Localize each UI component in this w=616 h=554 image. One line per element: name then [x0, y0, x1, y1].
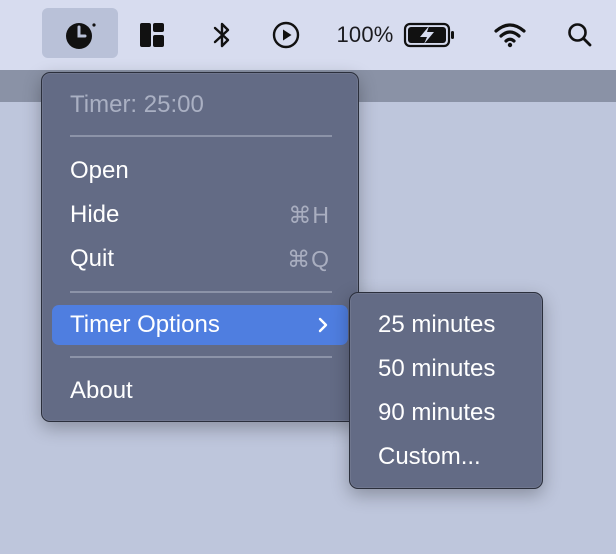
menu-separator: [70, 135, 332, 137]
submenu-item-25-minutes[interactable]: 25 minutes: [360, 305, 532, 345]
menu-item-label: Timer Options: [70, 311, 220, 338]
menu-item-label: Open: [70, 157, 129, 184]
submenu-item-custom[interactable]: Custom...: [360, 437, 532, 477]
layout-icon[interactable]: [132, 0, 172, 70]
timer-status: Timer: 25:00: [52, 85, 348, 125]
submenu-item-label: 50 minutes: [378, 355, 496, 382]
submenu-item-90-minutes[interactable]: 90 minutes: [360, 393, 532, 433]
menu-item-open[interactable]: Open: [52, 151, 348, 191]
timer-status-label: Timer: 25:00: [70, 91, 204, 118]
play-icon[interactable]: [266, 0, 306, 70]
timer-dropdown-menu: Timer: 25:00 Open Hide ⌘H Quit ⌘Q Timer …: [41, 72, 359, 422]
bluetooth-icon[interactable]: [202, 0, 242, 70]
menu-item-label: About: [70, 377, 133, 404]
menu-item-label: Hide: [70, 201, 120, 228]
menu-item-quit[interactable]: Quit ⌘Q: [52, 239, 348, 279]
timer-options-submenu: 25 minutes 50 minutes 90 minutes Custom.…: [349, 292, 543, 489]
search-icon[interactable]: [560, 0, 600, 70]
wifi-icon[interactable]: [490, 0, 530, 70]
menubar: 100%: [0, 0, 616, 70]
menu-separator: [70, 291, 332, 293]
submenu-item-50-minutes[interactable]: 50 minutes: [360, 349, 532, 389]
clock-icon[interactable]: [42, 0, 118, 70]
battery-charging-icon[interactable]: [400, 0, 458, 70]
submenu-item-label: 90 minutes: [378, 399, 496, 426]
battery-percentage: 100%: [336, 22, 394, 47]
chevron-right-icon: [318, 317, 328, 333]
submenu-item-label: 25 minutes: [378, 311, 496, 338]
menu-item-label: Quit: [70, 245, 115, 272]
menu-separator: [70, 356, 332, 358]
menu-item-about[interactable]: About: [52, 371, 348, 411]
menu-item-hide[interactable]: Hide ⌘H: [52, 195, 348, 235]
shortcut-label: ⌘Q: [287, 245, 330, 272]
menu-item-timer-options[interactable]: Timer Options: [52, 305, 348, 345]
submenu-item-label: Custom...: [378, 443, 481, 470]
shortcut-label: ⌘H: [288, 201, 330, 228]
